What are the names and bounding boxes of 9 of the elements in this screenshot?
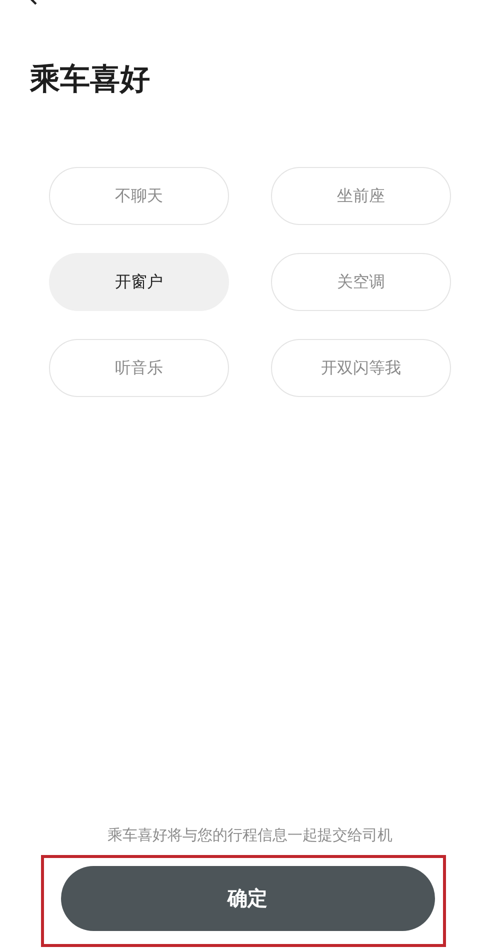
preference-chip[interactable]: 关空调 [271, 253, 451, 311]
page-title: 乘车喜好 [30, 61, 151, 99]
preference-chip[interactable]: 开双闪等我 [271, 339, 451, 397]
preference-chip[interactable]: 开窗户 [49, 253, 229, 311]
hint-text: 乘车喜好将与您的行程信息一起提交给司机 [106, 826, 394, 845]
preference-chip[interactable]: 坐前座 [271, 167, 451, 225]
preference-chip[interactable]: 听音乐 [49, 339, 229, 397]
confirm-button[interactable]: 确定 [60, 866, 434, 931]
preference-chip[interactable]: 不聊天 [49, 167, 229, 225]
